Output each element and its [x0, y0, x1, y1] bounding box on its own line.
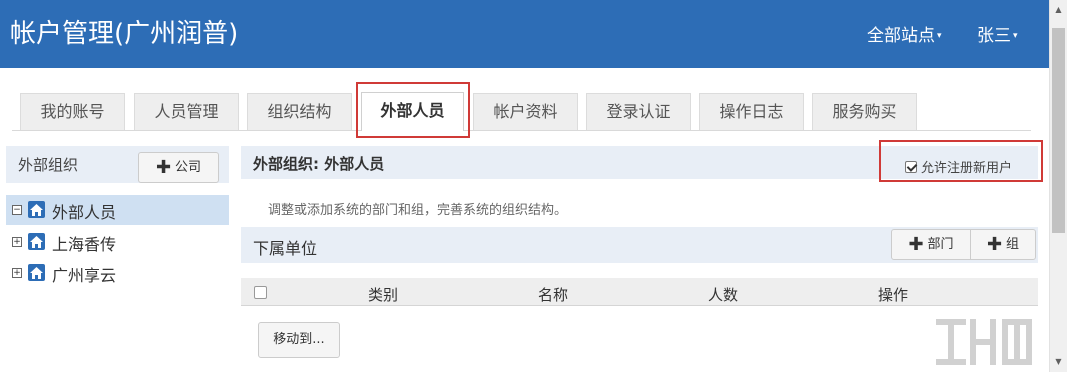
left-panel-title: 外部组织	[18, 156, 79, 174]
tab-label: 登录认证	[606, 102, 671, 121]
tabs-divider	[12, 130, 1031, 131]
app-title: 帐户管理(广州润普)	[10, 19, 239, 49]
allow-register-label: 允许注册新用户	[921, 161, 1013, 176]
tab-label: 服务购买	[832, 102, 897, 121]
vertical-scrollbar[interactable]: ▲ ▼	[1049, 0, 1067, 372]
column-header-count: 人数	[708, 286, 739, 304]
column-header-category: 类别	[368, 286, 399, 304]
checkbox-checked-icon[interactable]	[905, 161, 917, 173]
tab-label: 帐户资料	[493, 102, 558, 121]
plus-icon: ✚	[986, 234, 1003, 255]
home-icon	[28, 264, 45, 281]
user-menu[interactable]: 张三 ▾	[977, 24, 1018, 48]
scroll-thumb[interactable]	[1052, 28, 1065, 233]
add-company-button[interactable]: ✚ 公司	[138, 152, 219, 183]
tree-item-external-people[interactable]: − 外部人员	[6, 195, 229, 225]
section-description: 调整或添加系统的部门和组，完善系统的组织结构。	[268, 203, 568, 218]
tab-my-account[interactable]: 我的账号	[20, 93, 125, 130]
tab-label: 组织结构	[267, 102, 332, 121]
select-all-checkbox[interactable]	[254, 286, 267, 299]
tree-item-label: 广州享云	[52, 266, 117, 285]
scroll-up-arrow-icon[interactable]: ▲	[1050, 2, 1067, 18]
site-menu[interactable]: 全部站点 ▾	[867, 24, 942, 48]
add-group-label: 组	[1006, 237, 1020, 252]
site-menu-label: 全部站点	[867, 26, 935, 46]
expand-icon[interactable]: +	[12, 268, 22, 278]
collapse-icon[interactable]: −	[12, 205, 22, 215]
plus-icon: ✚	[155, 157, 172, 178]
tab-service-purchase[interactable]: 服务购买	[812, 93, 917, 130]
app-header: 帐户管理(广州润普) 全部站点 ▾ 张三 ▾	[0, 0, 1049, 68]
column-header-name: 名称	[538, 286, 569, 304]
user-menu-label: 张三	[977, 26, 1011, 46]
scroll-down-arrow-icon[interactable]: ▼	[1050, 354, 1067, 370]
column-header-actions: 操作	[878, 286, 909, 304]
move-to-button[interactable]: 移动到...	[258, 322, 340, 358]
add-group-button[interactable]: ✚ 组	[970, 229, 1036, 260]
home-icon	[28, 233, 45, 250]
tab-label: 外部人员	[380, 101, 445, 120]
tab-external-people[interactable]: 外部人员	[361, 92, 464, 131]
home-icon	[28, 201, 45, 218]
tree-item-guangzhou[interactable]: + 广州享云	[6, 258, 229, 288]
add-department-button[interactable]: ✚ 部门	[891, 229, 971, 260]
table-header: 类别 名称 人数 操作	[241, 278, 1038, 306]
caret-down-icon: ▾	[1013, 31, 1018, 41]
tab-operation-log[interactable]: 操作日志	[699, 93, 804, 130]
tab-org-structure[interactable]: 组织结构	[247, 93, 352, 130]
tab-login-auth[interactable]: 登录认证	[586, 93, 691, 130]
add-company-label: 公司	[175, 160, 202, 175]
caret-down-icon: ▾	[937, 31, 942, 41]
tree-item-label: 上海香传	[52, 235, 117, 254]
tree-item-label: 外部人员	[52, 203, 117, 222]
tree-item-shanghai[interactable]: + 上海香传	[6, 227, 229, 257]
tab-label: 人员管理	[154, 102, 219, 121]
watermark-logo	[933, 312, 1045, 370]
allow-register-checkbox[interactable]: 允许注册新用户	[905, 157, 1013, 176]
section-title: 外部组织: 外部人员	[253, 155, 385, 173]
add-department-label: 部门	[927, 237, 954, 252]
tab-account-profile[interactable]: 帐户资料	[473, 93, 578, 130]
tab-label: 操作日志	[719, 102, 784, 121]
tab-label: 我的账号	[40, 102, 105, 121]
expand-icon[interactable]: +	[12, 237, 22, 247]
subunits-title: 下属单位	[253, 239, 318, 258]
plus-icon: ✚	[908, 234, 924, 255]
tab-people-management[interactable]: 人员管理	[134, 93, 239, 130]
